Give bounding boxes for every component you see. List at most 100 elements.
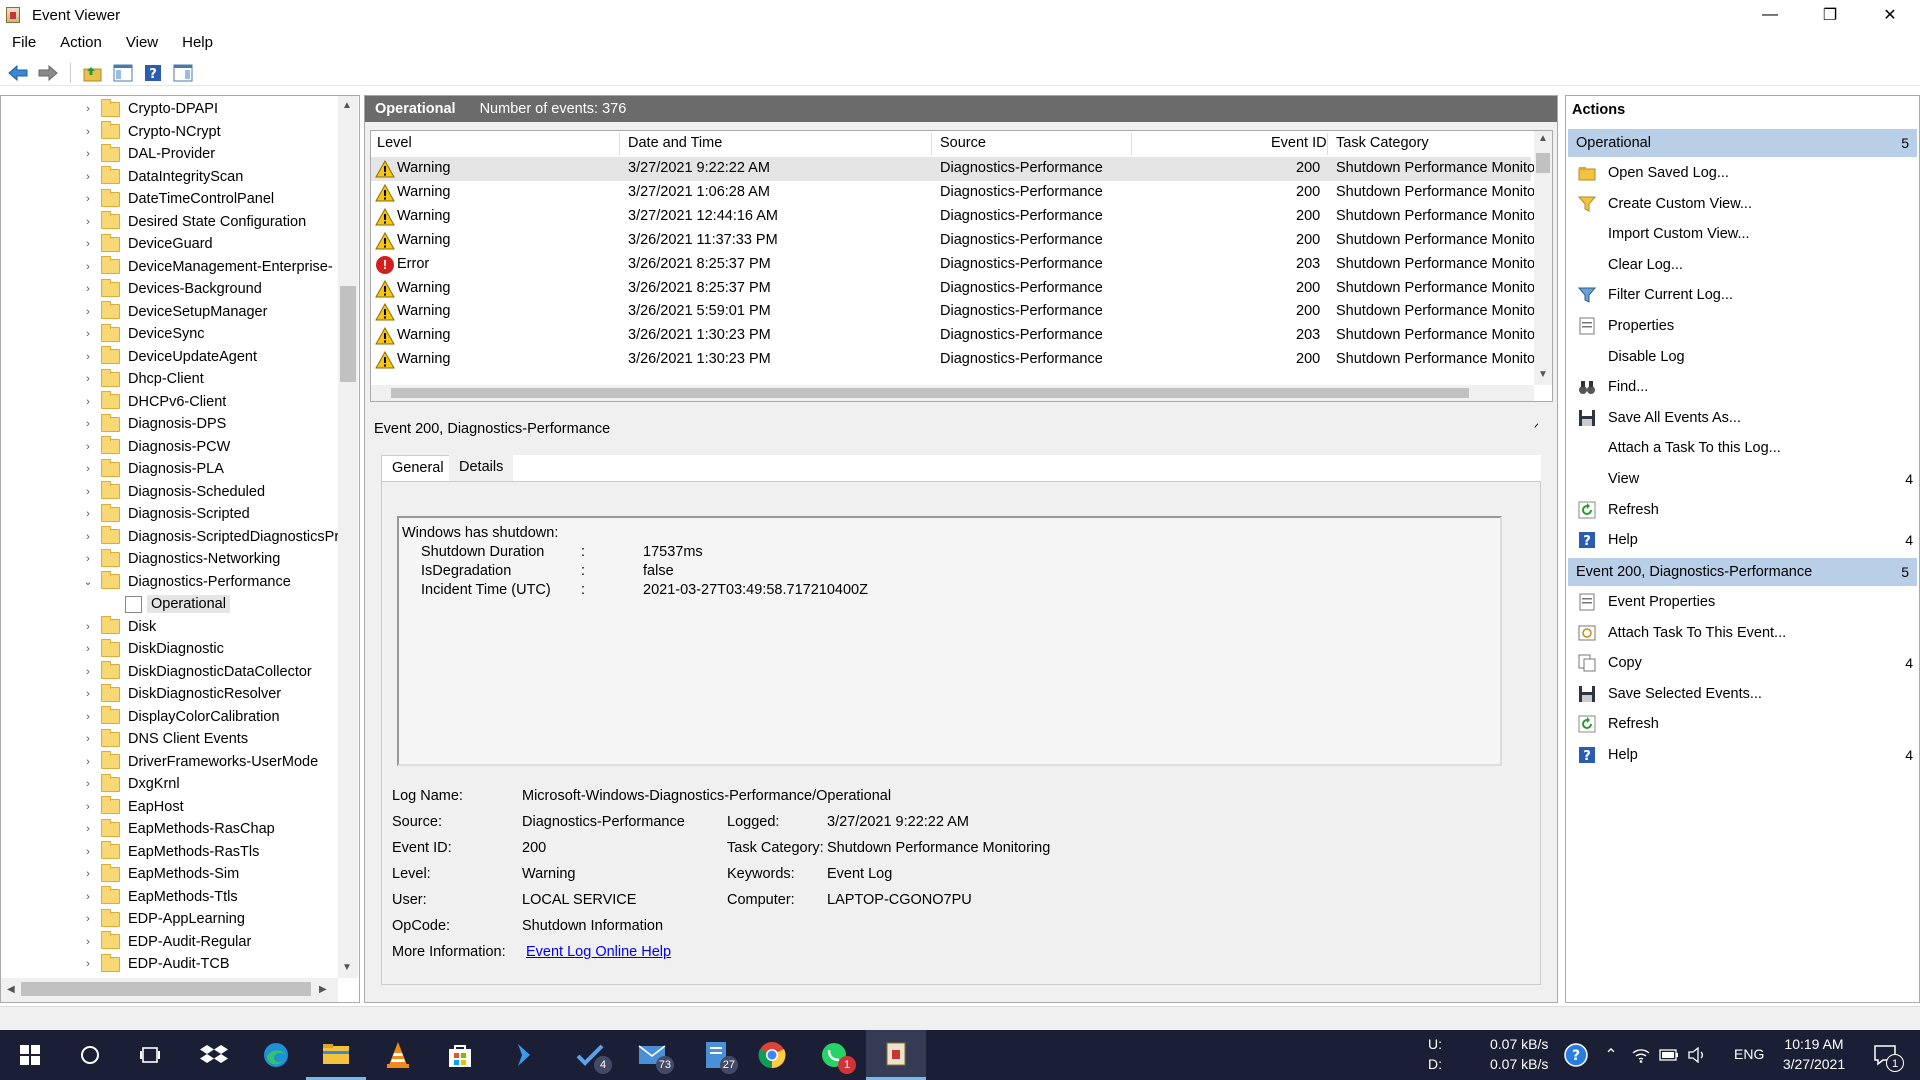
action-filter-current-log[interactable]: Filter Current Log... <box>1568 281 1917 309</box>
event-row[interactable]: Warning 3/27/2021 9:22:22 AM Diagnostics-P… <box>371 157 1535 181</box>
taskbar-todo[interactable]: 4 <box>560 1030 620 1080</box>
chevron-right-icon[interactable]: › <box>83 711 93 723</box>
menu-file[interactable]: File <box>0 32 48 54</box>
tree-item[interactable]: › DeviceUpdateAgent <box>1 346 336 368</box>
events-hscrollbar-thumb[interactable] <box>391 388 1469 398</box>
tree-item[interactable]: › EDP-Audit-Regular <box>1 931 336 953</box>
menu-help[interactable]: Help <box>170 32 225 54</box>
taskbar-powershell[interactable] <box>494 1030 554 1080</box>
help-button[interactable]: ? <box>141 62 165 84</box>
event-row[interactable]: Warning 3/26/2021 1:30:23 PM Diagnostics-P… <box>371 348 1535 372</box>
up-folder-button[interactable] <box>81 62 105 84</box>
event-row[interactable]: Warning 3/27/2021 12:44:16 AM Diagnostics-… <box>371 205 1535 229</box>
chevron-right-icon[interactable]: › <box>83 463 93 475</box>
tree-item[interactable]: ⌄ Diagnostics-Performance <box>1 571 336 593</box>
taskbar-files[interactable]: 27 <box>686 1030 746 1080</box>
input-language[interactable]: ENG <box>1734 1046 1764 1062</box>
column-header-event-id[interactable]: Event ID <box>1271 135 1327 151</box>
tree-item[interactable]: › DeviceGuard <box>1 233 336 255</box>
chevron-right-icon[interactable]: › <box>83 238 93 250</box>
tree-item[interactable]: › Diagnosis-Scripted <box>1 503 336 525</box>
chevron-right-icon[interactable]: › <box>83 756 93 768</box>
tree-item[interactable]: › DisplayColorCalibration <box>1 706 336 728</box>
actions-section-operational[interactable]: Operational 5 <box>1568 129 1917 157</box>
tree-item[interactable]: › Devices-Background <box>1 278 336 300</box>
tree-item[interactable]: › DeviceSetupManager <box>1 301 336 323</box>
start-button[interactable] <box>0 1030 60 1080</box>
chevron-right-icon[interactable]: › <box>83 643 93 655</box>
chevron-right-icon[interactable]: › <box>83 891 93 903</box>
search-button[interactable] <box>60 1030 120 1080</box>
forward-button[interactable] <box>36 62 60 84</box>
chevron-right-icon[interactable]: › <box>83 148 93 160</box>
tree-item[interactable]: › DeviceSync <box>1 323 336 345</box>
help-tray-button[interactable]: ? <box>1556 1030 1596 1080</box>
restore-button[interactable]: ❐ <box>1800 0 1860 30</box>
tree-item[interactable]: › Disk <box>1 616 336 638</box>
chevron-right-icon[interactable]: › <box>83 801 93 813</box>
chevron-right-icon[interactable]: › <box>83 103 93 115</box>
minimize-button[interactable]: — <box>1740 0 1800 30</box>
tree-item[interactable]: › EapMethods-RasTls <box>1 841 336 863</box>
chevron-right-icon[interactable]: › <box>83 283 93 295</box>
chevron-right-icon[interactable]: › <box>83 846 93 858</box>
tree-item[interactable]: › EDP-Audit-TCB <box>1 953 336 975</box>
tree-item[interactable]: › Desired State Configuration <box>1 211 336 233</box>
action-save-all-events-as[interactable]: Save All Events As... <box>1568 404 1917 432</box>
chevron-right-icon[interactable]: › <box>83 171 93 183</box>
chevron-right-icon[interactable]: › <box>83 261 93 273</box>
scroll-right-icon[interactable]: ▶ <box>319 984 327 995</box>
actions-section-event[interactable]: Event 200, Diagnostics-Performance 5 <box>1568 558 1917 586</box>
chevron-right-icon[interactable]: › <box>83 216 93 228</box>
battery-icon[interactable] <box>1656 1030 1682 1080</box>
tree-item[interactable]: › Crypto-NCrypt <box>1 121 336 143</box>
chevron-right-icon[interactable]: › <box>83 306 93 318</box>
events-scroll-up-icon[interactable]: ▲ <box>1538 133 1548 144</box>
chevron-right-icon[interactable]: › <box>83 778 93 790</box>
chevron-right-icon[interactable]: › <box>83 868 93 880</box>
tree-item[interactable]: › DHCPv6-Client <box>1 391 336 413</box>
tree-item[interactable]: Operational <box>1 593 336 615</box>
tree-item[interactable]: › DateTimeControlPanel <box>1 188 336 210</box>
tree-item[interactable]: › DiskDiagnosticDataCollector <box>1 661 336 683</box>
events-scrollbar-thumb[interactable] <box>1536 153 1550 173</box>
chevron-right-icon[interactable]: › <box>83 823 93 835</box>
chevron-right-icon[interactable]: › <box>83 418 93 430</box>
tree-item[interactable]: › Diagnostics-Networking <box>1 548 336 570</box>
taskbar-dropbox[interactable] <box>184 1030 244 1080</box>
tree-item[interactable]: › DNS Client Events <box>1 728 336 750</box>
tree-item[interactable]: › Dhcp-Client <box>1 368 336 390</box>
menu-view[interactable]: View <box>114 32 170 54</box>
show-action-pane-button[interactable] <box>171 62 195 84</box>
tree-item[interactable]: › EapMethods-RasChap <box>1 818 336 840</box>
tree-item[interactable]: › Diagnosis-PLA <box>1 458 336 480</box>
section-collapse-icon[interactable]: 5 <box>1901 135 1909 151</box>
tab-details[interactable]: Details <box>449 455 514 481</box>
action-properties[interactable]: Properties <box>1568 312 1917 340</box>
scroll-left-icon[interactable]: ◀ <box>7 984 15 995</box>
tree-item[interactable]: › DataIntegrityScan <box>1 166 336 188</box>
chevron-down-icon[interactable]: ⌄ <box>83 575 93 588</box>
chevron-right-icon[interactable]: › <box>83 508 93 520</box>
action-center-button[interactable]: 1 <box>1860 1030 1910 1080</box>
wifi-icon[interactable] <box>1628 1030 1654 1080</box>
tree-item[interactable]: › Diagnosis-DPS <box>1 413 336 435</box>
tree-scrollbar-thumb[interactable] <box>340 286 356 382</box>
tree-hscrollbar-thumb[interactable] <box>21 982 311 996</box>
taskbar-store[interactable] <box>430 1030 490 1080</box>
chevron-right-icon[interactable]: › <box>83 531 93 543</box>
action-refresh[interactable]: Refresh <box>1568 710 1917 738</box>
chevron-right-icon[interactable]: › <box>83 733 93 745</box>
event-row[interactable]: ! Error 3/26/2021 8:25:37 PM Diagnostics-Pe… <box>371 253 1535 277</box>
tree-item[interactable]: › DriverFrameworks-UserMode <box>1 751 336 773</box>
chevron-right-icon[interactable]: › <box>83 441 93 453</box>
tree-vertical-scrollbar[interactable] <box>338 96 358 978</box>
chevron-right-icon[interactable]: › <box>83 193 93 205</box>
tree-item[interactable]: › EDP-AppLearning <box>1 908 336 930</box>
chevron-right-icon[interactable]: › <box>83 553 93 565</box>
action-create-custom-view[interactable]: Create Custom View... <box>1568 190 1917 218</box>
tree-item[interactable]: › EapMethods-Ttls <box>1 886 336 908</box>
close-preview-icon[interactable]: ᐟ <box>1534 421 1539 435</box>
event-row[interactable]: Warning 3/27/2021 1:06:28 AM Diagnostics-P… <box>371 181 1535 205</box>
show-hidden-icons-chevron-icon[interactable]: ⌃ <box>1598 1030 1624 1080</box>
